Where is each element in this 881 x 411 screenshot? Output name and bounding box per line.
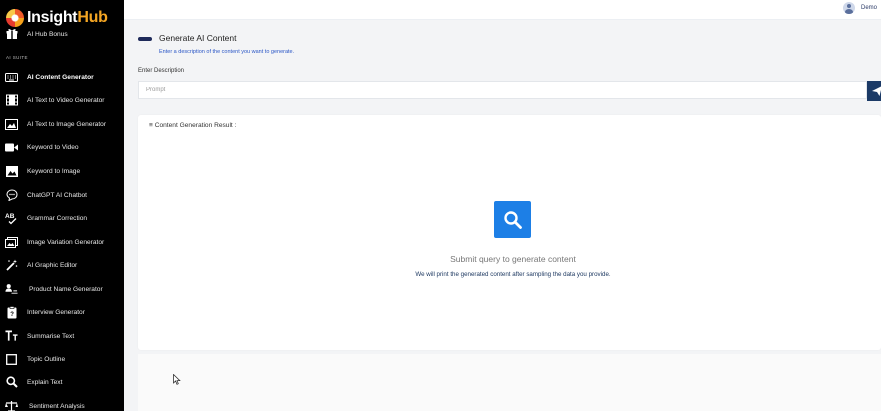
magic-wand-icon: [5, 259, 18, 272]
topbar: Demo: [124, 0, 881, 20]
spellcheck-icon: AB: [5, 212, 18, 225]
sidebar-item-label: Product Name Generator: [29, 285, 103, 293]
svg-text:?: ?: [10, 312, 14, 318]
sidebar-item-label: Interview Generator: [27, 308, 85, 316]
sidebar-item-image-variation[interactable]: Image Variation Generator: [0, 232, 124, 252]
sidebar-item-label: Keyword to Image: [27, 167, 81, 175]
sidebar-item-keyword-to-video[interactable]: Keyword to Video: [0, 137, 124, 157]
video-camera-icon: [5, 141, 18, 154]
result-title: ≡ Content Generation Result :: [149, 122, 237, 129]
chat-bubble-icon: [5, 189, 18, 202]
empty-state-text: We will print the generated content afte…: [415, 271, 611, 278]
page-title: Generate AI Content: [159, 33, 237, 43]
prompt-input[interactable]: [138, 81, 867, 99]
mouse-cursor-icon: [173, 372, 181, 390]
svg-text:AB: AB: [5, 213, 15, 220]
gift-icon: [5, 28, 18, 41]
sidebar: InsightHub AI Hub Bonus AI SUITE AI Cont…: [0, 0, 124, 411]
sidebar-item-label: Summarise Text: [27, 332, 75, 340]
sidebar-item-sentiment-analysis[interactable]: Sentiment Analysis: [0, 396, 124, 411]
sidebar-item-product-name-generator[interactable]: Product Name Generator: [0, 279, 124, 299]
sidebar-item-label: AI Content Generator: [27, 73, 94, 81]
sidebar-section-title: AI SUITE: [6, 55, 28, 60]
sidebar-item-interview-generator[interactable]: ? Interview Generator: [0, 302, 124, 322]
sidebar-item-grammar-correction[interactable]: AB Grammar Correction: [0, 208, 124, 228]
description-label: Enter Description: [138, 68, 185, 74]
send-button[interactable]: [867, 81, 881, 101]
avatar: [843, 2, 855, 14]
sidebar-item-ai-graphic-editor[interactable]: AI Graphic Editor: [0, 255, 124, 275]
sidebar-item-ai-text-to-image[interactable]: AI Text to Image Generator: [0, 114, 124, 134]
sidebar-item-label: Keyword to Video: [27, 143, 79, 151]
sidebar-item-label: AI Graphic Editor: [27, 261, 78, 269]
sidebar-item-ai-text-to-video[interactable]: AI Text to Video Generator: [0, 90, 124, 110]
film-icon: [5, 94, 18, 107]
send-icon: [872, 86, 881, 96]
sidebar-item-keyword-to-image[interactable]: Keyword to Image: [0, 161, 124, 181]
heading-accent-bar: [138, 37, 152, 41]
sidebar-item-label: AI Text to Video Generator: [27, 96, 105, 104]
user-menu[interactable]: Demo: [843, 2, 881, 14]
sidebar-item-ai-content-generator[interactable]: AI Content Generator: [0, 67, 124, 87]
clipboard-icon: ?: [5, 305, 18, 319]
page-subtitle: Enter a description of the content you w…: [159, 49, 295, 55]
sidebar-item-ai-hub-bonus[interactable]: AI Hub Bonus: [0, 24, 124, 44]
magnifier-icon: [5, 376, 18, 389]
sidebar-item-label: AI Text to Image Generator: [27, 120, 107, 128]
lower-panel: [138, 354, 881, 411]
sidebar-item-chatgpt-chatbot[interactable]: ChatGPT AI Chatbot: [0, 185, 124, 205]
sidebar-item-label: Grammar Correction: [27, 214, 88, 222]
image-stack-icon: [5, 236, 18, 249]
empty-state-title: Submit query to generate content: [450, 254, 576, 264]
scales-icon: [5, 400, 18, 411]
sidebar-item-summarise-text[interactable]: Summarise Text: [0, 326, 124, 346]
sidebar-item-label: Image Variation Generator: [27, 238, 105, 246]
product-icon: [5, 283, 18, 296]
sidebar-item-label: Explain Text: [27, 378, 63, 386]
user-name: Demo: [861, 5, 878, 11]
sidebar-item-topic-outline[interactable]: Topic Outline: [0, 349, 124, 369]
sidebar-item-label: Topic Outline: [27, 355, 66, 363]
empty-state-search-icon: [494, 201, 531, 238]
keyboard-icon: [5, 71, 18, 84]
sidebar-item-label: Sentiment Analysis: [29, 402, 85, 410]
outline-square-icon: [5, 353, 18, 366]
sidebar-item-label: AI Hub Bonus: [27, 30, 68, 38]
sidebar-item-explain-text[interactable]: Explain Text: [0, 372, 124, 392]
image-icon: [5, 118, 18, 131]
sidebar-item-label: ChatGPT AI Chatbot: [27, 191, 87, 199]
photo-icon: [5, 165, 18, 178]
text-size-icon: [5, 330, 18, 343]
